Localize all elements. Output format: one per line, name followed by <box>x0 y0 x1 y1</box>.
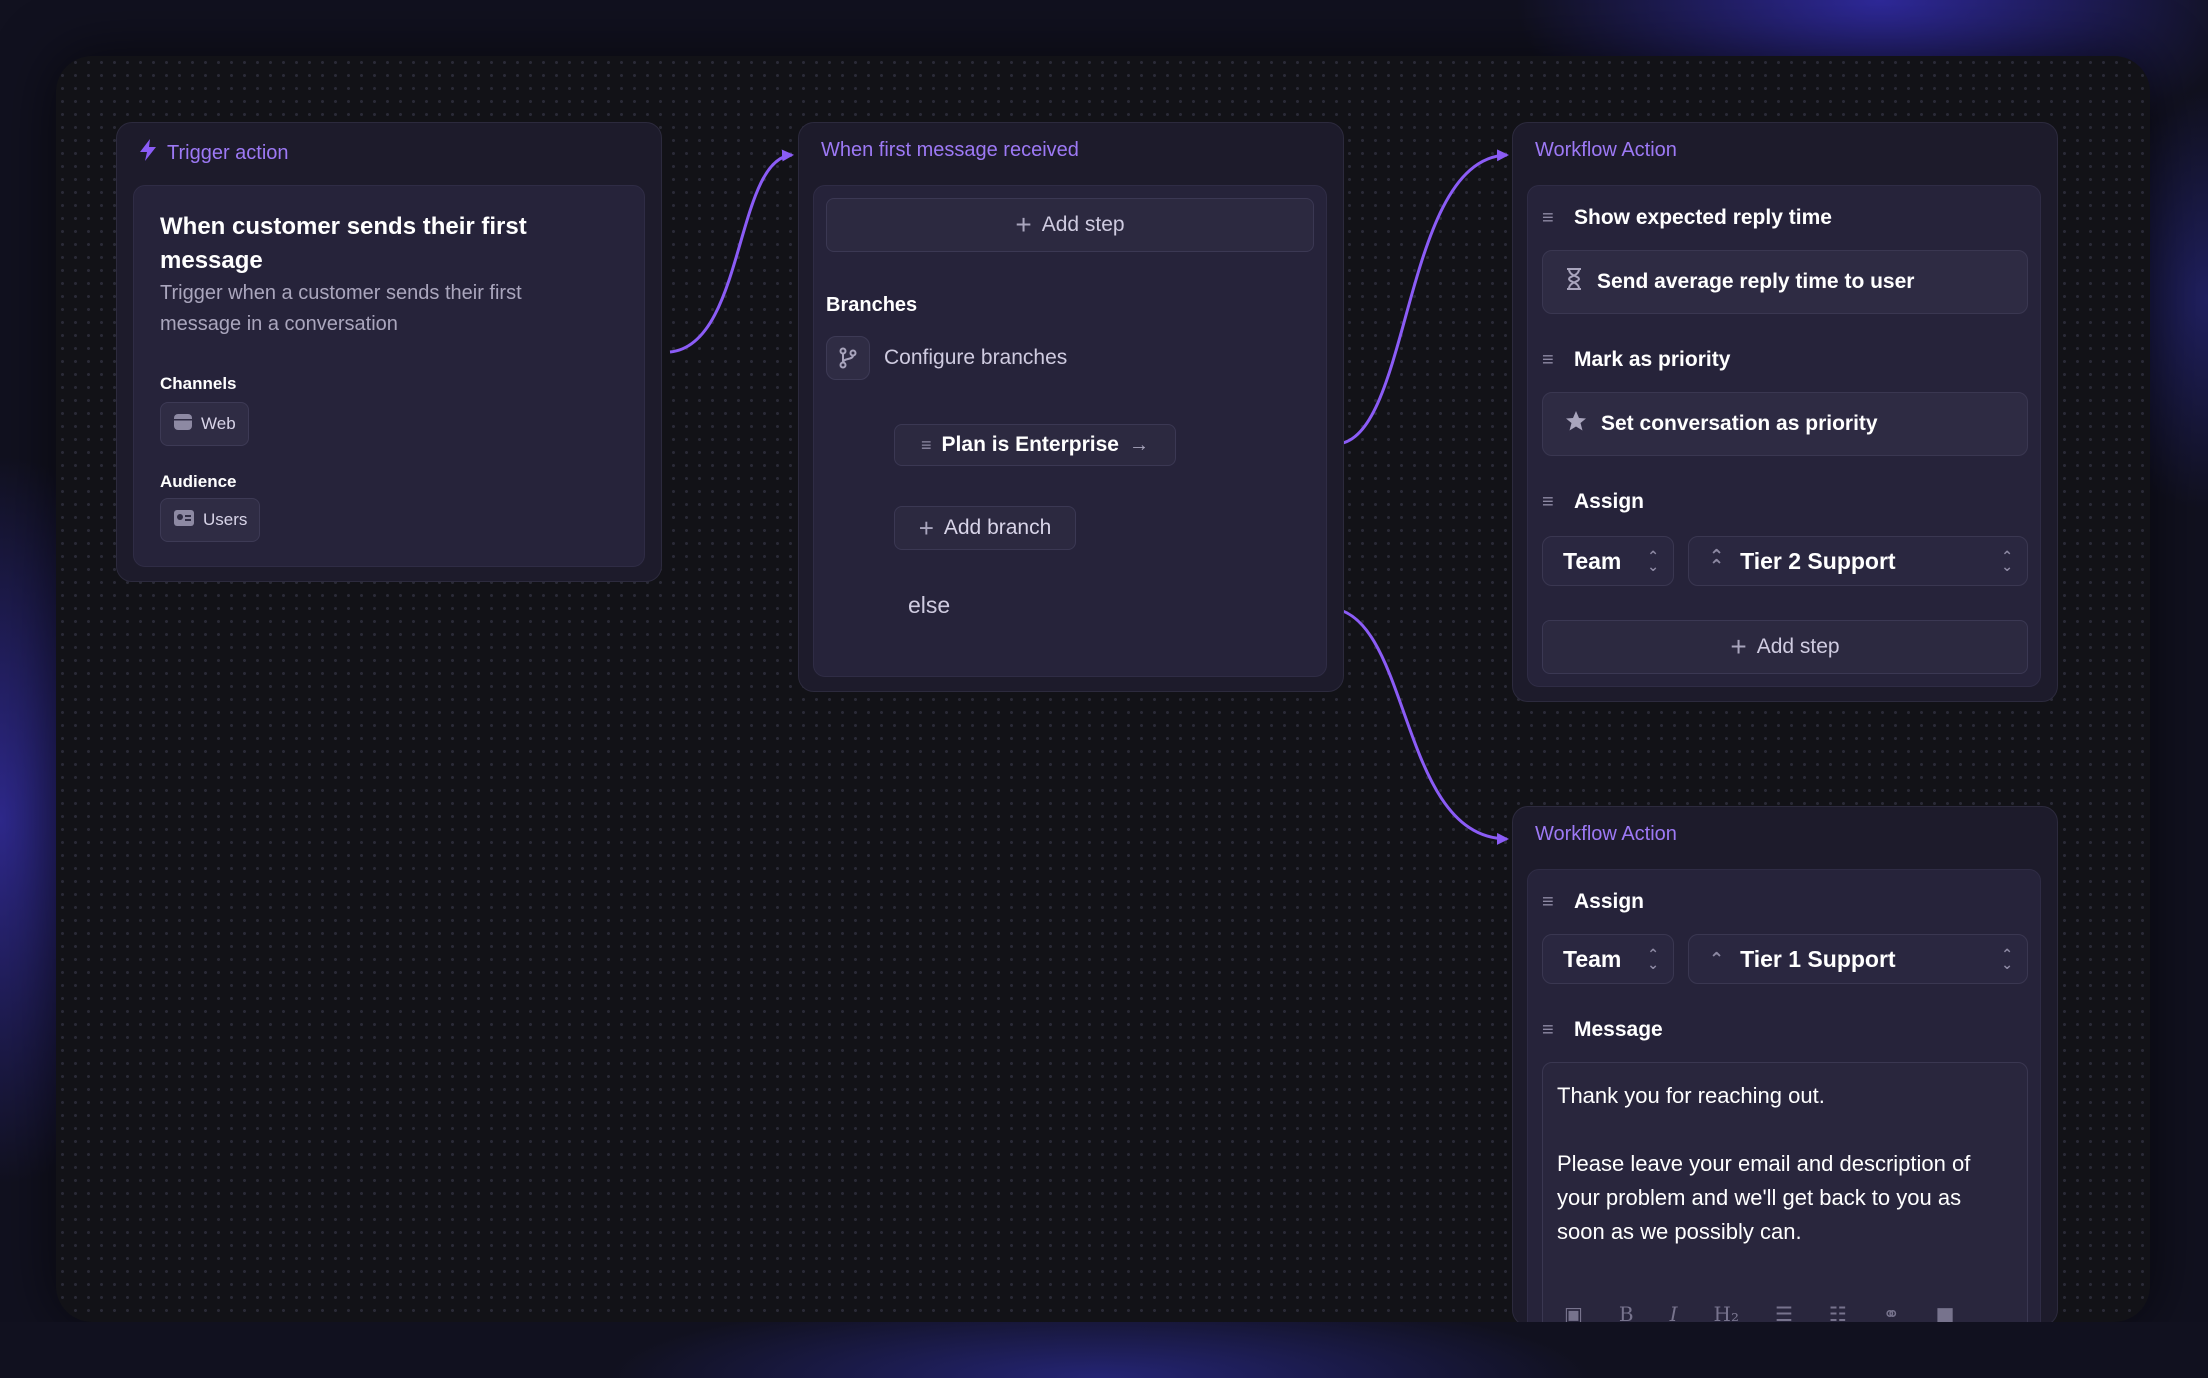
add-branch-label: Add branch <box>943 516 1052 539</box>
assign-type-select[interactable]: Team ⌃ ⌄ <box>1542 934 1674 984</box>
select-value: Team <box>1563 547 1622 574</box>
chevron-up-down-icon: ⌃ ⌄ <box>1647 946 1659 972</box>
assign-type-select[interactable]: Team ⌃ ⌄ <box>1542 536 1674 586</box>
add-step-button[interactable]: + Add step <box>1542 620 2028 674</box>
web-icon <box>173 413 193 436</box>
contact-card-icon <box>173 509 195 532</box>
drag-handle-icon[interactable]: ≡ <box>1542 349 1560 372</box>
action-label: Send average reply time to user <box>1597 270 1915 293</box>
message-line: Thank you for reaching out. <box>1557 1083 1825 1108</box>
trigger-description-line2: message in a conversation <box>160 313 398 335</box>
step-show-expected-reply-time[interactable]: ≡ Show expected reply time <box>1542 206 1832 230</box>
branches-label: Branches <box>826 294 918 316</box>
priority-low-icon: ⌃ <box>1709 948 1725 969</box>
arrow-right-icon: → <box>1128 433 1149 456</box>
audience-label: Audience <box>160 472 237 491</box>
channel-chip-web[interactable]: Web <box>160 402 249 446</box>
drag-handle-icon[interactable]: ≡ <box>1542 891 1560 914</box>
step-label: Assign <box>1574 890 1645 913</box>
assign-team-select[interactable]: ⌃ Tier 1 Support ⌃ ⌄ <box>1688 934 2028 984</box>
select-value: Team <box>1563 945 1622 972</box>
configure-branches-label: Configure branches <box>884 346 1068 369</box>
branch-node-title: When first message received <box>821 139 1079 161</box>
branch-plan-enterprise[interactable]: ≡ Plan is Enterprise → <box>894 424 1176 466</box>
drag-handle-icon[interactable]: ≡ <box>1542 1019 1560 1042</box>
trigger-description-line1: Trigger when a customer sends their firs… <box>160 282 522 304</box>
add-step-label: Add step <box>1756 635 1840 658</box>
git-branch-icon <box>826 336 870 380</box>
star-icon <box>1565 410 1587 438</box>
add-step-label: Add step <box>1041 213 1125 236</box>
add-step-button[interactable]: + Add step <box>826 198 1314 252</box>
trigger-node-header: Trigger action <box>139 139 289 167</box>
action-label: Set conversation as priority <box>1601 412 1878 435</box>
step-label: Message <box>1574 1018 1663 1041</box>
action-node-2-title: Workflow Action <box>1535 823 1677 845</box>
drag-handle-icon[interactable]: ≡ <box>1542 207 1560 230</box>
message-line: Please leave your email and description … <box>1557 1151 1971 1176</box>
set-priority-action[interactable]: Set conversation as priority <box>1542 392 2028 456</box>
select-value: Tier 1 Support <box>1740 945 1896 972</box>
hourglass-icon <box>1565 268 1583 296</box>
step-assign[interactable]: ≡ Assign <box>1542 890 1644 914</box>
channel-label: Web <box>201 414 236 433</box>
trigger-card[interactable]: When customer sends their first message … <box>133 185 645 567</box>
channels-label: Channels <box>160 374 237 393</box>
plus-icon: + <box>1730 631 1747 662</box>
configure-branches-row[interactable]: Configure branches <box>826 336 1067 380</box>
step-label: Show expected reply time <box>1574 206 1832 229</box>
select-value: Tier 2 Support <box>1740 547 1896 574</box>
trigger-node-title: Trigger action <box>167 141 289 164</box>
trigger-heading-line2: message <box>160 247 263 274</box>
priority-high-icon: ⌃ ⌃ <box>1709 546 1725 576</box>
chevron-up-down-icon: ⌃ ⌄ <box>1647 548 1659 574</box>
step-assign[interactable]: ≡ Assign <box>1542 490 1644 514</box>
step-label: Mark as priority <box>1574 348 1731 371</box>
canvas-bottom-edge <box>0 1322 2208 1378</box>
message-line: your problem and we'll get back to you a… <box>1557 1185 1962 1210</box>
lightning-icon <box>139 139 157 167</box>
chevron-up-down-icon: ⌃ ⌄ <box>2001 548 2013 574</box>
plus-icon: + <box>1015 209 1032 240</box>
add-branch-button[interactable]: + Add branch <box>894 506 1076 550</box>
audience-value: Users <box>203 510 248 529</box>
action-node-1-title: Workflow Action <box>1535 139 1677 161</box>
step-mark-as-priority[interactable]: ≡ Mark as priority <box>1542 348 1730 372</box>
step-label: Assign <box>1574 490 1645 513</box>
plus-icon: + <box>918 512 934 543</box>
message-line: soon as we possibly can. <box>1557 1219 1802 1244</box>
trigger-heading-line1: When customer sends their first <box>160 213 527 240</box>
drag-handle-icon: ≡ <box>921 434 932 455</box>
trigger-node[interactable]: Trigger action When customer sends their… <box>116 122 662 582</box>
chevron-up-down-icon: ⌃ ⌄ <box>2001 946 2013 972</box>
branch-condition-label: Plan is Enterprise <box>941 433 1119 456</box>
step-message[interactable]: ≡ Message <box>1542 1018 1663 1042</box>
assign-team-select[interactable]: ⌃ ⌃ Tier 2 Support ⌃ ⌄ <box>1688 536 2028 586</box>
drag-handle-icon[interactable]: ≡ <box>1542 491 1560 514</box>
else-branch-label: else <box>908 592 951 618</box>
send-average-reply-time-action[interactable]: Send average reply time to user <box>1542 250 2028 314</box>
audience-chip-users[interactable]: Users <box>160 498 261 542</box>
